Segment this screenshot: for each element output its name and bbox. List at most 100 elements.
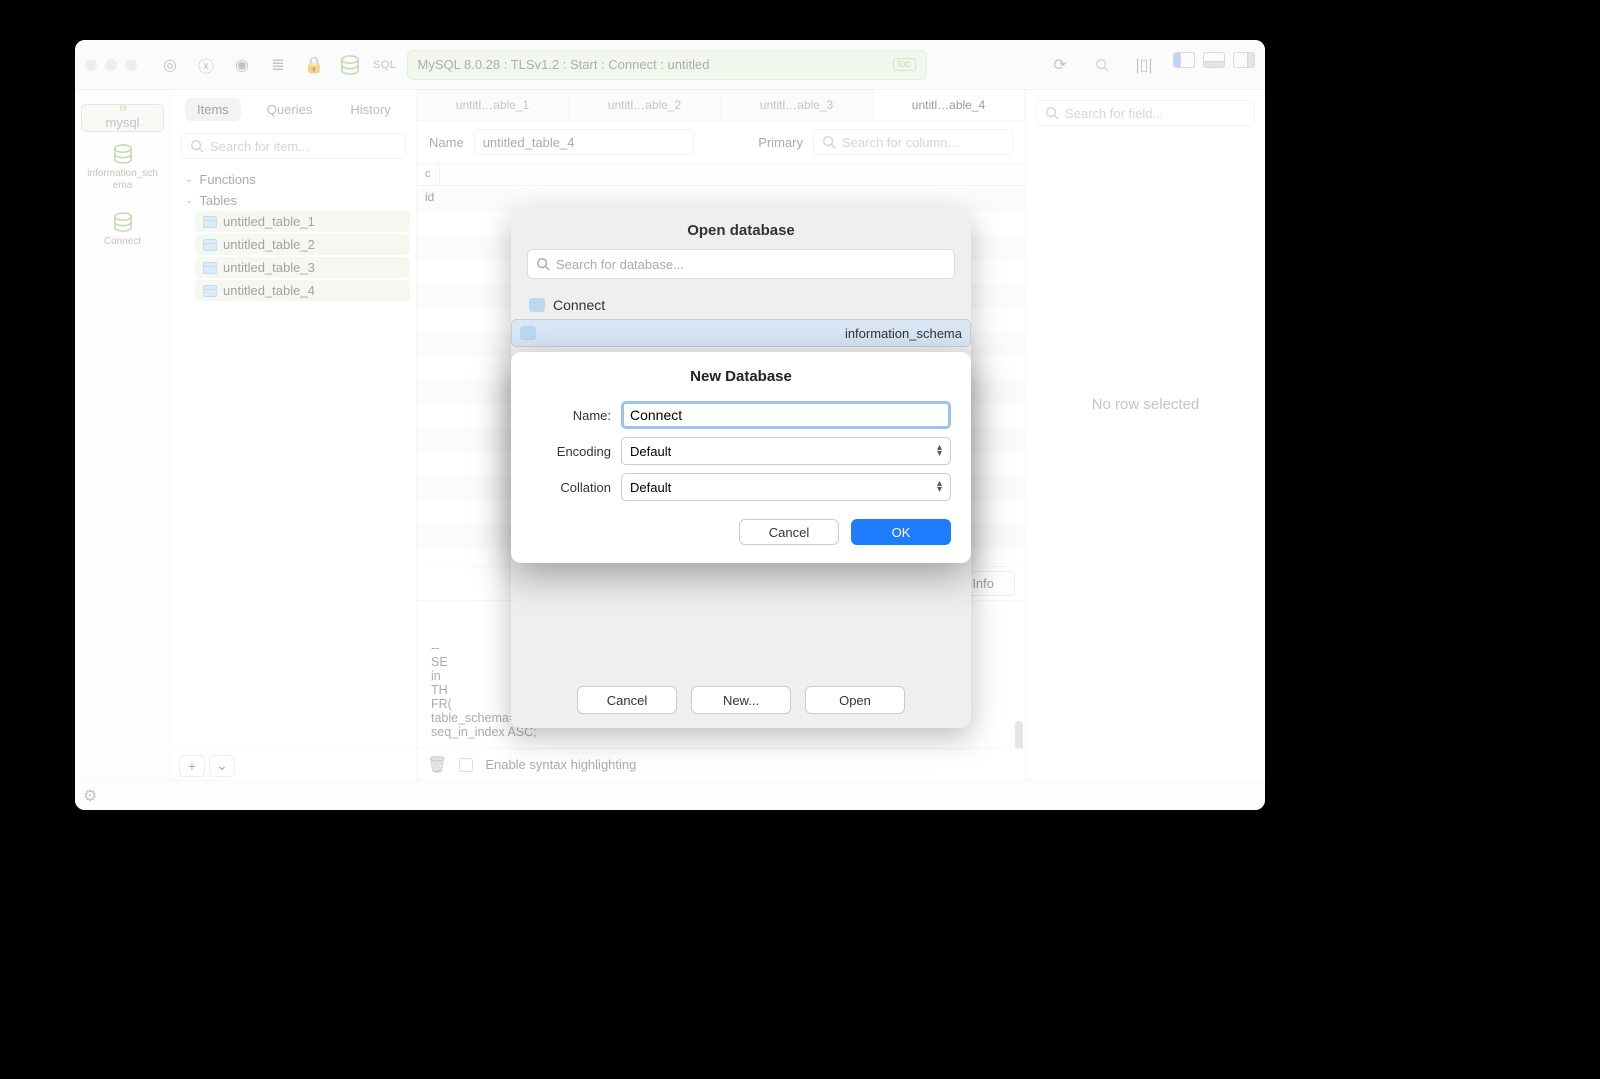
more-button[interactable]: ⌄ [209, 755, 235, 777]
table-header-bar: Name untitled_table_4 Primary Search for… [417, 121, 1025, 164]
eye-icon[interactable]: ◉ [229, 52, 255, 78]
syntax-label: Enable syntax highlighting [485, 757, 636, 772]
table-name-field[interactable]: untitled_table_4 [474, 129, 694, 155]
columns-header[interactable]: c [417, 164, 1025, 186]
syntax-checkbox[interactable] [459, 758, 473, 772]
connection-string: MySQL 8.0.28 : TLSv1.2 : Start : Connect… [418, 57, 710, 72]
traffic-lights[interactable] [85, 59, 137, 71]
table-icon [203, 239, 217, 251]
sidebar-footer: + ⌄ [171, 750, 416, 780]
nav-item-mysql[interactable]: mysql [81, 104, 164, 132]
lock-icon[interactable]: 🔒 [301, 52, 327, 78]
column-search[interactable]: Search for column... [813, 129, 1013, 155]
search-icon[interactable] [1089, 52, 1115, 78]
app-window: ◎ ⓧ ◉ ≣ 🔒 SQL MySQL 8.0.28 : TLSv1.2 : S… [75, 40, 1265, 810]
target-icon[interactable]: ◎ [157, 52, 183, 78]
database-icon [520, 326, 536, 340]
sidebar-search-placeholder: Search for item... [210, 139, 309, 154]
statusbar: ⚙ [75, 780, 1265, 810]
sql-badge: SQL [373, 59, 397, 71]
table-icon [203, 262, 217, 274]
name-label: Name [429, 135, 464, 150]
tab-items[interactable]: Items [185, 98, 241, 121]
encoding-label: Encoding [531, 444, 611, 459]
select-arrows-icon: ▴▾ [937, 481, 942, 493]
sidebar-tabs: Items Queries History [171, 90, 416, 129]
refresh-icon[interactable]: ⟳ [1047, 52, 1073, 78]
editor-tab[interactable]: untitl…able_1 [417, 90, 569, 120]
table-item[interactable]: untitled_table_4 [195, 280, 410, 301]
close-dot[interactable] [85, 59, 97, 71]
inspector-panel: Search for field... No row selected [1025, 90, 1265, 780]
nav-item-label: Connect [104, 236, 141, 248]
search-icon [822, 135, 836, 149]
database-list-item[interactable]: Connect [511, 291, 971, 319]
gear-icon[interactable]: ⚙ [83, 786, 97, 806]
database-icon [529, 298, 545, 312]
editor-tabs: untitl…able_1 untitl…able_2 untitl…able_… [417, 90, 1025, 121]
database-name-input[interactable] [621, 401, 951, 429]
search-icon [1045, 106, 1059, 120]
open-db-open-button[interactable]: Open [805, 686, 905, 714]
left-panel-toggle[interactable] [1173, 52, 1195, 68]
inspector-empty: No row selected [1026, 396, 1265, 413]
new-database-modal: New Database Name: Encoding Default ▴▾ C… [511, 352, 971, 563]
minimize-dot[interactable] [105, 59, 117, 71]
editor-tab[interactable]: untitl…able_4 [873, 90, 1025, 120]
console-footer: 🗑 Enable syntax highlighting [417, 748, 1025, 780]
editor-tab[interactable]: untitl…able_3 [721, 90, 873, 120]
trash-icon[interactable]: 🗑 [427, 755, 447, 775]
open-db-search[interactable]: Search for database... [527, 249, 955, 279]
group-functions[interactable]: ⌄Functions [177, 169, 410, 190]
database-nav: mysql information_schema Connect [75, 90, 171, 780]
add-button[interactable]: + [179, 755, 205, 777]
stop-icon[interactable]: ⓧ [193, 52, 219, 78]
table-icon [203, 216, 217, 228]
right-panel-toggle[interactable] [1233, 52, 1255, 68]
cancel-button[interactable]: Cancel [739, 519, 839, 545]
field-search[interactable]: Search for field... [1036, 100, 1255, 126]
nav-item-information-schema[interactable]: information_schema [81, 136, 164, 200]
open-db-cancel-button[interactable]: Cancel [577, 686, 677, 714]
editor-tab[interactable]: untitl…able_2 [569, 90, 721, 120]
table-row[interactable]: id [417, 186, 1025, 210]
chevron-down-icon: ⌄ [185, 174, 193, 185]
zoom-dot[interactable] [125, 59, 137, 71]
collation-select[interactable]: Default ▴▾ [621, 473, 951, 501]
bottom-panel-toggle[interactable] [1203, 52, 1225, 68]
nav-item-label: mysql [106, 115, 140, 131]
search-icon [190, 139, 204, 153]
connection-pill[interactable]: MySQL 8.0.28 : TLSv1.2 : Start : Connect… [407, 50, 927, 80]
panel-toggles [1173, 52, 1255, 78]
modal-title: New Database [531, 368, 951, 385]
search-icon [536, 257, 550, 271]
tab-queries[interactable]: Queries [255, 98, 325, 121]
nav-item-connect[interactable]: Connect [81, 204, 164, 256]
table-item[interactable]: untitled_table_2 [195, 234, 410, 255]
align-icon[interactable]: ≣ [265, 52, 291, 78]
database-icon[interactable] [337, 52, 363, 78]
ok-button[interactable]: OK [851, 519, 951, 545]
group-tables[interactable]: ⌄Tables [177, 190, 410, 211]
open-db-footer: Cancel New... Open [511, 672, 971, 728]
nav-item-label: information_schema [85, 168, 160, 192]
table-item[interactable]: untitled_table_3 [195, 257, 410, 278]
sidebar-tree: ⌄Functions ⌄Tables untitled_table_1 unti… [171, 163, 416, 307]
name-label: Name: [531, 408, 611, 423]
select-arrows-icon: ▴▾ [937, 445, 942, 457]
open-db-new-button[interactable]: New... [691, 686, 791, 714]
loc-badge: loc [893, 58, 916, 71]
columns-icon[interactable]: |▯| [1131, 52, 1157, 78]
chevron-down-icon: ⌄ [185, 195, 193, 206]
table-icon [203, 285, 217, 297]
sheet-title: Open database [511, 208, 971, 249]
sidebar-search[interactable]: Search for item... [181, 133, 406, 159]
table-item[interactable]: untitled_table_1 [195, 211, 410, 232]
primary-label: Primary [758, 135, 803, 150]
collation-label: Collation [531, 480, 611, 495]
tab-history[interactable]: History [338, 98, 402, 121]
titlebar: ◎ ⓧ ◉ ≣ 🔒 SQL MySQL 8.0.28 : TLSv1.2 : S… [75, 40, 1265, 90]
encoding-select[interactable]: Default ▴▾ [621, 437, 951, 465]
sidebar: Items Queries History Search for item...… [171, 90, 417, 780]
database-list-item[interactable]: information_schema [511, 319, 971, 347]
